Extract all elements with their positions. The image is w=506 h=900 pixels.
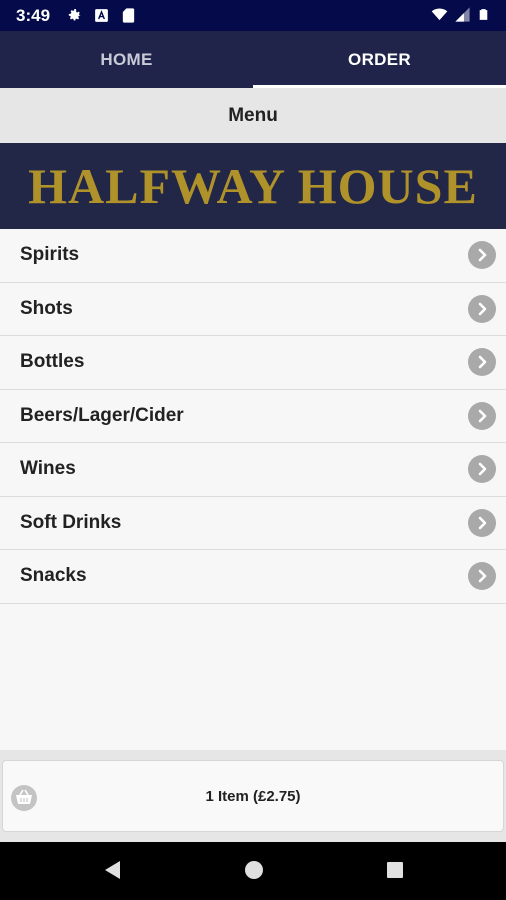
recents-icon[interactable] bbox=[384, 859, 406, 881]
venue-name: HALFWAY HOUSE bbox=[28, 158, 478, 214]
chevron-right-icon bbox=[468, 348, 496, 377]
menu-item-snacks[interactable]: Snacks bbox=[0, 550, 506, 604]
cart-summary-text: 1 Item (£2.75) bbox=[205, 787, 301, 805]
chevron-right-icon bbox=[468, 294, 496, 323]
status-time: 3:49 bbox=[16, 6, 51, 25]
chevron-right-icon bbox=[468, 562, 496, 591]
status-icons-right bbox=[431, 6, 490, 23]
settings-icon bbox=[68, 8, 81, 21]
menu-item-label: Bottles bbox=[20, 351, 85, 373]
cart-footer: 1 Item (£2.75) bbox=[0, 750, 506, 842]
home-icon[interactable] bbox=[243, 859, 265, 881]
basket-icon bbox=[11, 785, 37, 811]
chevron-right-icon bbox=[468, 401, 496, 430]
page-title: Menu bbox=[0, 88, 506, 143]
back-icon[interactable] bbox=[102, 859, 124, 881]
chevron-right-icon bbox=[468, 455, 496, 484]
sd-card-icon bbox=[122, 8, 135, 23]
tab-home[interactable]: HOME bbox=[0, 31, 253, 88]
menu-item-soft-drinks[interactable]: Soft Drinks bbox=[0, 496, 506, 550]
system-nav-bar bbox=[0, 842, 506, 900]
cart-summary-button[interactable]: 1 Item (£2.75) bbox=[2, 760, 504, 832]
menu-item-label: Spirits bbox=[20, 244, 80, 266]
menu-item-spirits[interactable]: Spirits bbox=[0, 229, 506, 283]
chevron-right-icon bbox=[468, 241, 496, 270]
menu-item-label: Soft Drinks bbox=[20, 511, 122, 533]
menu-item-label: Shots bbox=[20, 297, 73, 319]
wifi-icon bbox=[431, 8, 448, 21]
menu-item-wines[interactable]: Wines bbox=[0, 443, 506, 497]
a-badge-icon bbox=[95, 9, 108, 22]
menu-item-label: Beers/Lager/Cider bbox=[20, 404, 184, 426]
chevron-right-icon bbox=[468, 508, 496, 537]
menu-item-bottles[interactable]: Bottles bbox=[0, 336, 506, 390]
menu-item-beers-lager-cider[interactable]: Beers/Lager/Cider bbox=[0, 389, 506, 443]
tab-order[interactable]: ORDER bbox=[253, 31, 506, 88]
menu-item-label: Wines bbox=[20, 458, 76, 480]
menu-list: Spirits Shots Bottles Beers/Lager/Cider … bbox=[0, 229, 506, 604]
venue-banner: HALFWAY HOUSE bbox=[0, 143, 506, 229]
signal-icon bbox=[455, 7, 470, 22]
menu-item-label: Snacks bbox=[20, 565, 87, 587]
menu-item-shots[interactable]: Shots bbox=[0, 282, 506, 336]
status-icons-left bbox=[66, 7, 137, 24]
battery-icon bbox=[479, 9, 488, 20]
status-bar: 3:49 bbox=[0, 0, 506, 31]
tab-bar: HOME ORDER bbox=[0, 31, 506, 88]
